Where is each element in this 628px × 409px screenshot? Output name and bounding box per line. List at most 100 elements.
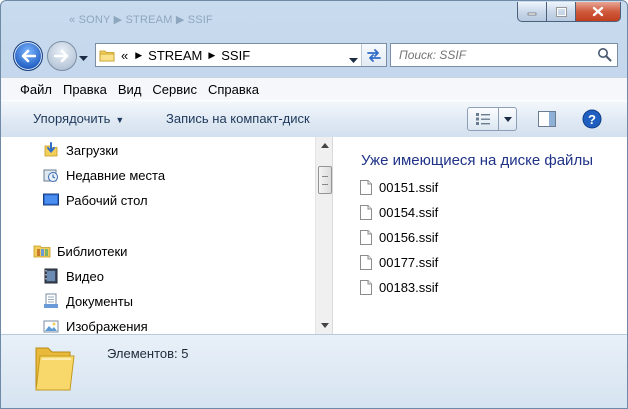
file-item[interactable]: 00177.ssif	[360, 255, 438, 270]
menu-view[interactable]: Вид	[118, 82, 142, 97]
nav-item-pictures[interactable]: Изображения	[42, 318, 148, 334]
breadcrumb: « ▶ STREAM ▶ SSIF	[121, 48, 250, 63]
chevron-down-icon: ▼	[115, 115, 125, 125]
folder-icon	[32, 340, 76, 395]
address-row: « ▶ STREAM ▶ SSIF	[1, 37, 627, 75]
folder-icon	[99, 50, 115, 62]
close-icon	[592, 6, 604, 17]
nav-item-documents[interactable]: Документы	[42, 293, 133, 309]
arrow-down-icon	[320, 323, 329, 328]
address-history-dropdown[interactable]	[349, 52, 358, 67]
title-bar[interactable]: « SONY ▶ STREAM ▶ SSIF	[1, 1, 627, 37]
file-item[interactable]: 00183.ssif	[360, 280, 438, 295]
nav-item-label: Документы	[66, 293, 134, 309]
arrow-right-icon	[54, 49, 69, 63]
chevron-right-icon[interactable]: ▶	[135, 50, 142, 61]
preview-pane-icon	[538, 111, 556, 127]
breadcrumb-stream[interactable]: STREAM	[148, 48, 202, 63]
minimize-icon	[527, 12, 537, 15]
file-item[interactable]: 00154.ssif	[360, 205, 438, 220]
breadcrumb-ssif[interactable]: SSIF	[221, 48, 250, 63]
file-icon	[360, 205, 372, 220]
group-header: Уже имеющиеся на диске файлы	[361, 152, 593, 169]
scroll-up-button[interactable]	[316, 137, 333, 154]
file-icon	[360, 280, 372, 295]
organize-button[interactable]: Упорядочить ▼	[33, 111, 124, 126]
breadcrumb-overflow[interactable]: «	[121, 48, 128, 63]
search-icon[interactable]	[597, 47, 612, 62]
file-name: 00156.ssif	[379, 230, 439, 245]
menu-bar: Файл Правка Вид Сервис Справка	[1, 77, 627, 100]
window-title: « SONY ▶ STREAM ▶ SSIF	[69, 14, 213, 26]
view-details-button[interactable]	[468, 108, 499, 130]
arrow-up-icon	[320, 143, 329, 148]
file-item[interactable]: 00156.ssif	[360, 230, 438, 245]
nav-item-label: Недавние места	[66, 167, 166, 183]
file-name: 00183.ssif	[379, 280, 439, 295]
nav-item-downloads[interactable]: Загрузки	[42, 142, 118, 158]
nav-item-recent-places[interactable]: Недавние места	[42, 167, 165, 183]
nav-item-desktop[interactable]: Рабочий стол	[42, 192, 148, 208]
item-count: Элементов: 5	[107, 346, 189, 361]
maximize-button[interactable]	[547, 2, 576, 22]
nav-item-label: Загрузки	[66, 142, 119, 158]
file-icon	[360, 180, 372, 195]
file-name: 00151.ssif	[379, 180, 439, 195]
view-options-dropdown[interactable]	[499, 108, 516, 130]
chevron-down-icon	[79, 56, 88, 61]
burn-to-disc-button[interactable]: Запись на компакт-диск	[166, 111, 310, 126]
help-icon: ?	[582, 109, 602, 129]
scrollbar-thumb[interactable]	[318, 166, 332, 194]
recent-places-icon	[42, 167, 60, 183]
file-icon	[360, 255, 372, 270]
svg-text:?: ?	[588, 112, 596, 127]
caption-buttons	[517, 2, 621, 22]
search-input[interactable]	[397, 47, 597, 63]
close-button[interactable]	[576, 2, 621, 22]
content-area: Загрузки Недавние места Рабочий стол Биб…	[1, 137, 627, 334]
nav-item-label: Изображения	[66, 318, 148, 334]
libraries-icon	[33, 243, 51, 259]
navigation-pane: Загрузки Недавние места Рабочий стол Биб…	[1, 137, 315, 334]
downloads-icon	[42, 142, 60, 158]
desktop-icon	[42, 192, 60, 208]
pictures-icon	[42, 318, 60, 334]
details-pane: Элементов: 5	[1, 334, 627, 408]
nav-item-label: Рабочий стол	[66, 192, 148, 208]
nav-item-label: Библиотеки	[57, 243, 128, 259]
nav-pane-scrollbar[interactable]	[315, 137, 333, 334]
chevron-down-icon	[349, 58, 358, 63]
preview-pane-button[interactable]	[538, 111, 556, 130]
documents-icon	[42, 293, 60, 309]
change-view-button[interactable]	[467, 107, 517, 131]
file-icon	[360, 230, 372, 245]
menu-tools[interactable]: Сервис	[152, 82, 197, 97]
forward-button[interactable]	[47, 41, 77, 71]
organize-label: Упорядочить	[33, 111, 111, 126]
chevron-down-icon	[503, 116, 512, 122]
menu-edit[interactable]: Правка	[63, 82, 107, 97]
arrow-left-icon	[21, 49, 36, 63]
chevron-right-icon[interactable]: ▶	[208, 50, 215, 61]
recent-pages-dropdown[interactable]	[79, 50, 88, 65]
explorer-window: « SONY ▶ STREAM ▶ SSIF « ▶ STREAM ▶ SSIF…	[0, 0, 628, 409]
command-bar: Упорядочить ▼ Запись на компакт-диск ?	[1, 100, 627, 138]
back-button[interactable]	[13, 41, 43, 71]
maximize-icon	[555, 6, 567, 17]
minimize-button[interactable]	[517, 2, 547, 22]
search-box[interactable]	[390, 43, 618, 67]
refresh-button[interactable]	[361, 44, 386, 66]
menu-file[interactable]: Файл	[20, 82, 52, 97]
details-view-icon	[476, 113, 490, 125]
file-name: 00177.ssif	[379, 255, 439, 270]
file-item[interactable]: 00151.ssif	[360, 180, 438, 195]
nav-item-libraries[interactable]: Библиотеки	[33, 243, 127, 259]
nav-item-video[interactable]: Видео	[42, 268, 104, 284]
address-bar[interactable]: « ▶ STREAM ▶ SSIF	[95, 43, 387, 67]
scroll-down-button[interactable]	[316, 317, 333, 334]
video-icon	[42, 268, 60, 284]
file-name: 00154.ssif	[379, 205, 439, 220]
help-button[interactable]: ?	[582, 109, 602, 132]
menu-help[interactable]: Справка	[208, 82, 259, 97]
nav-item-label: Видео	[66, 268, 104, 284]
